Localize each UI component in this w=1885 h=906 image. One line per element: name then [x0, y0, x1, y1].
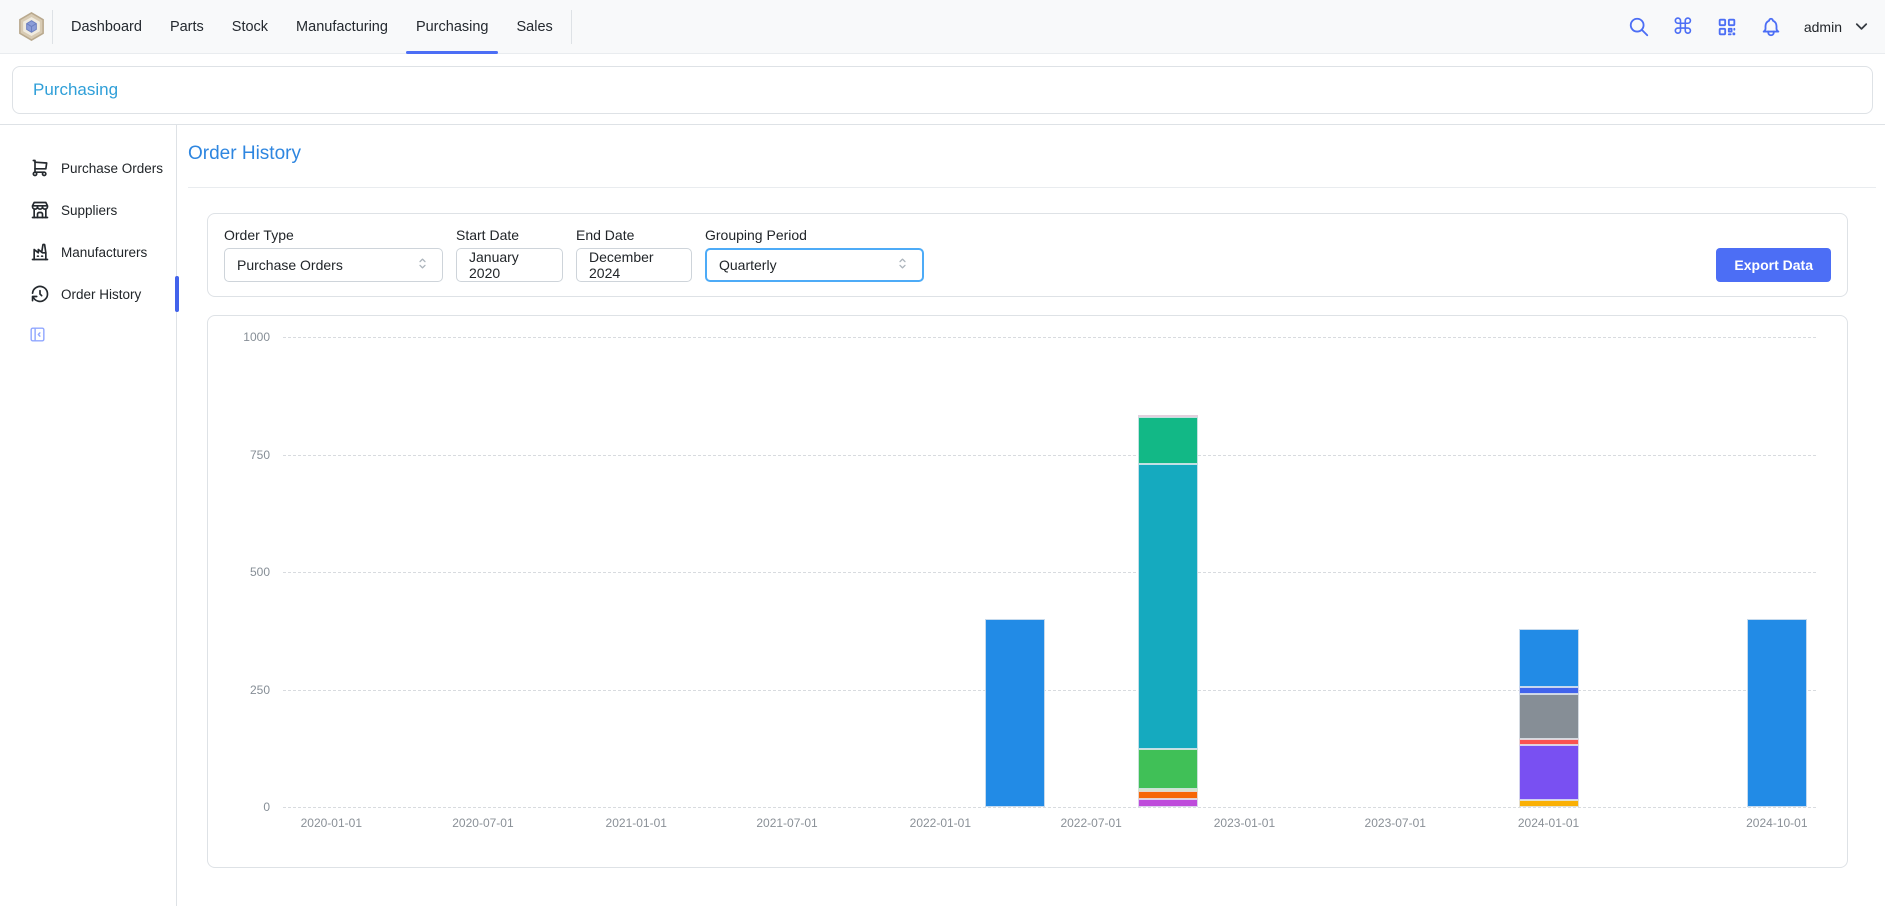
breadcrumb: Purchasing: [12, 66, 1873, 114]
active-item-indicator: [175, 276, 179, 312]
sidebar-item-label: Suppliers: [61, 203, 117, 218]
filter-toolbar: Order Type Purchase Orders Start Date Ja…: [207, 213, 1848, 297]
y-axis-tick-label: 250: [220, 683, 270, 697]
bar-segment-indigo[interactable]: [1519, 687, 1579, 694]
y-gridline: [283, 337, 1816, 338]
building-store-icon: [30, 200, 50, 220]
tab-purchasing[interactable]: Purchasing: [402, 0, 503, 54]
order-history-chart-card: 0 250 500 750 1000 2020-01-01 2020-07-01 2021-0…: [207, 315, 1848, 868]
y-axis-tick-label: 500: [220, 565, 270, 579]
main-area: Purchase Orders Suppliers Manufacturers …: [0, 125, 1885, 906]
x-axis-tick-label: 2022-01-01: [885, 816, 995, 830]
sidebar-item-label: Order History: [61, 287, 141, 302]
bar-segment-grape[interactable]: [1138, 799, 1198, 807]
building-factory-icon: [30, 242, 50, 262]
bar-segment-violet[interactable]: [1519, 745, 1579, 800]
qrcode-scan-icon[interactable]: [1716, 16, 1738, 38]
x-axis-tick-label: 2020-07-01: [428, 816, 538, 830]
grouping-period-field: Grouping Period Quarterly: [705, 227, 924, 282]
user-menu[interactable]: admin: [1804, 17, 1871, 36]
start-date-label: Start Date: [456, 227, 563, 243]
order-type-value: Purchase Orders: [237, 257, 343, 273]
grouping-period-select[interactable]: Quarterly: [705, 248, 924, 282]
bar-segment-orange[interactable]: [1138, 791, 1198, 799]
bar-segment-cyan[interactable]: [1138, 464, 1198, 748]
bar-segment-pink[interactable]: [1138, 415, 1198, 418]
selector-chevrons-icon: [895, 256, 910, 274]
sidebar-item-label: Manufacturers: [61, 245, 147, 260]
nav-divider-right: [571, 10, 572, 44]
content-panel: Order History Order Type Purchase Orders: [177, 125, 1885, 906]
sidebar: Purchase Orders Suppliers Manufacturers …: [0, 125, 177, 906]
bar-segment-teal[interactable]: [1138, 417, 1198, 464]
y-gridline: [283, 690, 1816, 691]
end-date-label: End Date: [576, 227, 692, 243]
inventree-hexagon-logo: [16, 11, 47, 42]
x-axis-tick-label: 2024-10-01: [1722, 816, 1832, 830]
app-logo-icon[interactable]: [14, 10, 48, 44]
navbar-actions: ⌘ admin: [1628, 16, 1871, 38]
grouping-period-label: Grouping Period: [705, 227, 924, 243]
order-type-field: Order Type Purchase Orders: [224, 227, 443, 282]
y-axis-tick-label: 750: [220, 448, 270, 462]
y-gridline: [283, 807, 1816, 808]
y-axis-tick-label: 0: [220, 800, 270, 814]
bar-segment-blue[interactable]: [985, 619, 1045, 807]
bar-segment-gray[interactable]: [1519, 694, 1579, 739]
sidebar-collapse-icon[interactable]: [28, 325, 47, 344]
username-label: admin: [1804, 19, 1842, 35]
order-type-select[interactable]: Purchase Orders: [224, 248, 443, 282]
y-axis-tick-label: 1000: [220, 330, 270, 344]
x-axis-tick-label: 2021-01-01: [581, 816, 691, 830]
grouping-period-value: Quarterly: [719, 257, 777, 273]
x-axis-tick-label: 2024-01-01: [1494, 816, 1604, 830]
tab-sales[interactable]: Sales: [502, 0, 566, 54]
end-date-value: December 2024: [589, 249, 679, 281]
x-axis-tick-label: 2022-07-01: [1036, 816, 1146, 830]
tab-stock[interactable]: Stock: [218, 0, 282, 54]
tab-dashboard[interactable]: Dashboard: [57, 0, 156, 54]
notifications-bell-icon[interactable]: [1760, 16, 1782, 38]
start-date-value: January 2020: [469, 249, 550, 281]
bar-segment-lime[interactable]: [1138, 789, 1198, 792]
search-icon[interactable]: [1628, 16, 1650, 38]
start-date-input[interactable]: January 2020: [456, 248, 563, 282]
bar-segment-amber[interactable]: [1519, 800, 1579, 807]
bar-segment-red[interactable]: [1519, 739, 1579, 746]
end-date-input[interactable]: December 2024: [576, 248, 692, 282]
x-axis-tick-label: 2023-01-01: [1189, 816, 1299, 830]
nav-divider-left: [52, 10, 53, 44]
page-title: Order History: [188, 143, 1885, 165]
title-divider: [188, 187, 1876, 188]
sidebar-item-manufacturers[interactable]: Manufacturers: [0, 231, 176, 273]
selector-chevrons-icon: [415, 256, 430, 274]
main-nav-tabs: Dashboard Parts Stock Manufacturing Purc…: [57, 0, 567, 54]
start-date-field: Start Date January 2020: [456, 227, 563, 282]
tab-parts[interactable]: Parts: [156, 0, 218, 54]
export-data-button[interactable]: Export Data: [1716, 248, 1831, 282]
order-type-label: Order Type: [224, 227, 443, 243]
x-axis-tick-label: 2021-07-01: [732, 816, 842, 830]
x-axis-tick-label: 2020-01-01: [276, 816, 386, 830]
bar-segment-blue[interactable]: [1519, 629, 1579, 687]
chevron-down-icon: [1852, 17, 1871, 36]
tab-manufacturing[interactable]: Manufacturing: [282, 0, 402, 54]
y-gridline: [283, 455, 1816, 456]
sidebar-item-suppliers[interactable]: Suppliers: [0, 189, 176, 231]
end-date-field: End Date December 2024: [576, 227, 692, 282]
top-navbar: Dashboard Parts Stock Manufacturing Purc…: [0, 0, 1885, 54]
history-clock-icon: [30, 284, 50, 304]
breadcrumb-purchasing-link[interactable]: Purchasing: [33, 80, 118, 100]
y-gridline: [283, 572, 1816, 573]
sidebar-item-order-history[interactable]: Order History: [0, 273, 176, 315]
bar-segment-blue[interactable]: [1747, 619, 1807, 807]
order-history-chart: 0 250 500 750 1000 2020-01-01 2020-07-01 2021-0…: [208, 316, 1847, 867]
sidebar-item-label: Purchase Orders: [61, 161, 163, 176]
sidebar-item-purchase-orders[interactable]: Purchase Orders: [0, 147, 176, 189]
shopping-cart-icon: [30, 158, 50, 178]
x-axis-tick-label: 2023-07-01: [1340, 816, 1450, 830]
command-palette-icon[interactable]: ⌘: [1672, 16, 1694, 38]
bar-segment-green[interactable]: [1138, 749, 1198, 789]
